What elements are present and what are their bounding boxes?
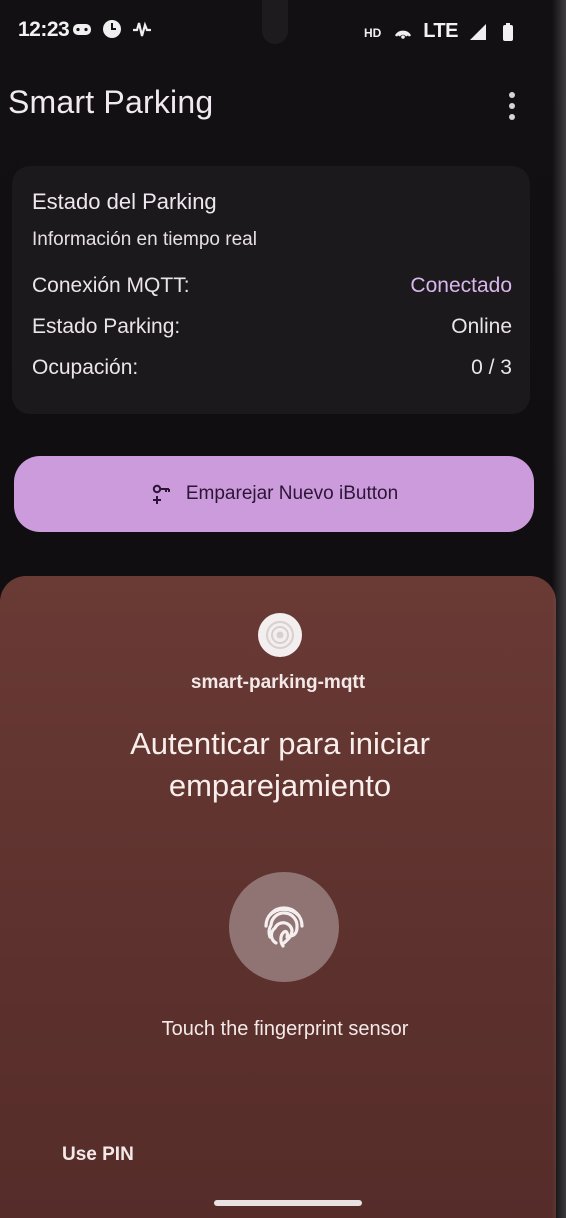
occupancy-value: 0 / 3	[471, 356, 512, 379]
camera-notch	[262, 0, 288, 44]
card-title: Estado del Parking	[32, 189, 217, 214]
biometric-prompt-sheet: smart-parking-mqtt Autenticar para inici…	[0, 576, 556, 1218]
screen-edge	[552, 0, 566, 1218]
activity-icon	[133, 21, 151, 37]
pair-button-label: Emparejar Nuevo iButton	[185, 483, 399, 504]
clock-icon	[103, 20, 121, 38]
home-indicator[interactable]	[214, 1200, 362, 1206]
pair-ibutton-button[interactable]: Emparejar Nuevo iButton	[14, 456, 534, 532]
key-plus-icon	[152, 484, 170, 504]
row-label: Conexión MQTT:	[32, 274, 190, 297]
network-type: LTE	[423, 20, 458, 42]
parking-status-value: Online	[451, 315, 512, 338]
card-subtitle: Información en tiempo real	[32, 229, 257, 250]
signal-icon	[470, 23, 486, 40]
fingerprint-icon	[264, 906, 304, 948]
app-name: smart-parking-mqtt	[190, 672, 366, 693]
battery-icon	[503, 22, 513, 41]
screen: 12:23 HD LTE Smart Parking Estado del Pa…	[0, 0, 566, 1218]
occupancy-row: Ocupación: 0 / 3	[32, 356, 512, 380]
svg-text:HD: HD	[364, 26, 382, 40]
app-title: Smart Parking	[8, 84, 214, 120]
use-pin-button[interactable]: Use PIN	[62, 1144, 134, 1166]
more-vert-icon	[509, 92, 515, 98]
prompt-title: Autenticar para iniciar emparejamiento	[130, 726, 430, 803]
hd-voice-icon: HD	[364, 26, 382, 40]
status-left-icons	[72, 19, 152, 39]
status-bar: 12:23 HD LTE	[0, 0, 566, 62]
hotspot-icon	[395, 30, 412, 39]
mqtt-connection-row: Conexión MQTT: Conectado	[32, 274, 512, 298]
status-time: 12:23	[18, 18, 70, 41]
fingerprint-sensor-button[interactable]	[229, 872, 339, 982]
fingerprint-hint: Touch the fingerprint sensor	[161, 1018, 409, 1040]
parking-status-card: Estado del Parking Información en tiempo…	[12, 166, 530, 414]
status-right-icons: HD LTE	[363, 20, 518, 43]
row-label: Ocupación:	[32, 356, 139, 379]
parking-status-row: Estado Parking: Online	[32, 315, 512, 339]
more-options-button[interactable]	[500, 88, 524, 124]
mqtt-status-value: Conectado	[410, 274, 512, 297]
row-label: Estado Parking:	[32, 315, 181, 338]
gamepad-icon	[73, 24, 91, 35]
app-icon	[258, 613, 302, 657]
